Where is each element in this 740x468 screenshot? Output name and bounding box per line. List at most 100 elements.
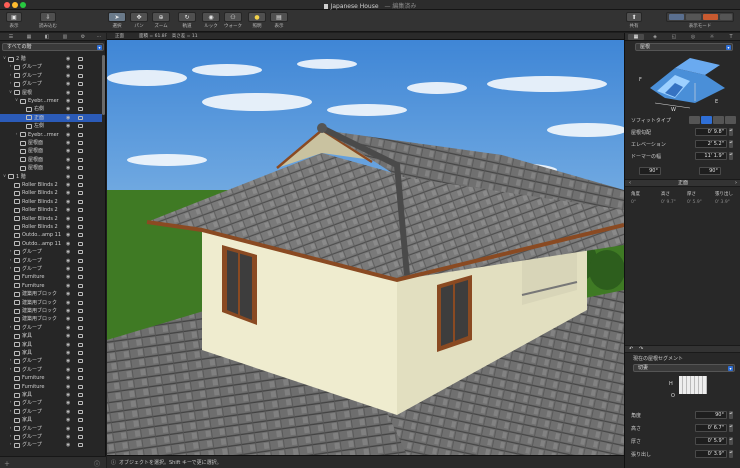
tree-row[interactable]: Roller Blinds 2 ◉	[0, 198, 102, 206]
orbit-tool-button[interactable]: ↻	[178, 12, 196, 22]
tree-row[interactable]: 建築用ブロック ◉	[0, 290, 102, 298]
tab-text[interactable]: T	[723, 34, 739, 40]
visibility-icon[interactable]: ◉	[66, 55, 70, 63]
lock-icon[interactable]	[78, 342, 83, 347]
lock-icon[interactable]	[78, 99, 83, 103]
lock-icon[interactable]	[78, 309, 83, 313]
view-mode-extra[interactable]	[720, 14, 732, 20]
visibility-icon[interactable]: ◉	[66, 307, 70, 315]
visibility-icon[interactable]: ◉	[66, 156, 70, 164]
disclosure-icon[interactable]: ›	[8, 80, 13, 88]
disclosure-icon[interactable]: ∨	[2, 55, 7, 63]
redo-icon[interactable]: ↷	[639, 346, 643, 353]
tree-row[interactable]: Furniture ◉	[0, 282, 102, 290]
stepper-icon[interactable]: ▴▾	[729, 140, 733, 148]
lock-icon[interactable]	[78, 73, 83, 78]
visibility-icon[interactable]: ◉	[66, 324, 70, 332]
disclosure-icon[interactable]: ›	[14, 131, 19, 139]
visibility-icon[interactable]: ◉	[66, 315, 70, 323]
disclosure-icon[interactable]: ›	[8, 265, 13, 273]
import-button[interactable]: ⇩	[40, 12, 56, 22]
segment-material-select[interactable]: 切妻 ▾	[633, 364, 735, 372]
tab-dimensions[interactable]: ◱	[666, 34, 682, 40]
tree-row[interactable]: Roller Blinds 2 ◉	[0, 223, 102, 231]
tree-row[interactable]: ∨ 屋根 ◉	[0, 89, 102, 97]
angle-right-field[interactable]: 90°	[699, 167, 721, 175]
lock-icon[interactable]	[78, 65, 83, 70]
lock-icon[interactable]	[78, 384, 83, 389]
table-cell[interactable]: 0' 5.9"	[687, 200, 702, 205]
visibility-icon[interactable]: ◉	[66, 122, 70, 130]
tree-row[interactable]: 屋根面 ◉	[0, 164, 102, 172]
zoom-tool-button[interactable]: ⊕	[152, 12, 170, 22]
lock-icon[interactable]	[78, 141, 83, 145]
next-face-icon[interactable]: ›	[735, 180, 737, 187]
tree-row[interactable]: › グループ ◉	[0, 72, 102, 80]
tab-camera[interactable]: ◎	[685, 34, 701, 40]
visibility-icon[interactable]: ◉	[66, 206, 70, 214]
tree-row[interactable]: 左側 ◉	[0, 122, 102, 130]
disclosure-icon[interactable]: ›	[8, 399, 13, 407]
view-mode-segmented[interactable]	[666, 12, 734, 22]
tree-row[interactable]: 右側 ◉	[0, 105, 102, 113]
lock-icon[interactable]	[78, 225, 83, 229]
disclosure-icon[interactable]: ›	[8, 425, 13, 433]
disclosure-icon[interactable]: ∨	[2, 173, 7, 181]
disclosure-icon[interactable]: ›	[8, 248, 13, 256]
visibility-icon[interactable]: ◉	[66, 63, 70, 71]
tree-row[interactable]: 建築用ブロック ◉	[0, 315, 102, 323]
lock-icon[interactable]	[78, 191, 83, 196]
tree-row[interactable]: ∨ Eyebr...rmer ◉	[0, 97, 102, 105]
lock-icon[interactable]	[78, 199, 83, 204]
tree-row[interactable]: › グループ ◉	[0, 324, 102, 332]
visibility-icon[interactable]: ◉	[66, 282, 70, 290]
add-icon[interactable]: ＋	[4, 459, 10, 468]
visibility-icon[interactable]: ◉	[66, 164, 70, 172]
lock-icon[interactable]	[78, 57, 83, 61]
tree-row[interactable]: ∨ 1 階 ◉	[0, 173, 102, 181]
lock-icon[interactable]	[78, 300, 83, 305]
tree-row[interactable]: › グループ ◉	[0, 433, 102, 441]
soffit-type-selector[interactable]	[689, 116, 739, 124]
visibility-icon[interactable]: ◉	[66, 105, 70, 113]
lock-icon[interactable]	[78, 393, 83, 397]
visibility-icon[interactable]: ◉	[66, 265, 70, 273]
tab-object[interactable]: ▦	[628, 34, 644, 40]
lock-icon[interactable]	[78, 233, 83, 238]
visibility-icon[interactable]: ◉	[66, 198, 70, 206]
visibility-icon[interactable]: ◉	[66, 383, 70, 391]
visibility-icon[interactable]: ◉	[66, 374, 70, 382]
visibility-icon[interactable]: ◉	[66, 139, 70, 147]
lock-icon[interactable]	[78, 183, 83, 187]
visibility-icon[interactable]: ◉	[66, 89, 70, 97]
visibility-icon[interactable]: ◉	[66, 408, 70, 416]
property-field[interactable]: 0' 9.8"	[695, 128, 727, 136]
tree-row[interactable]: › グループ ◉	[0, 366, 102, 374]
lock-icon[interactable]	[78, 443, 83, 448]
lock-icon[interactable]	[78, 367, 83, 372]
lock-icon[interactable]	[78, 107, 83, 112]
disclosure-icon[interactable]: ∨	[8, 89, 13, 97]
lock-icon[interactable]	[78, 409, 83, 414]
tree-row[interactable]: Outdo...amp 11 ◉	[0, 231, 102, 239]
tree-row[interactable]: › グループ ◉	[0, 441, 102, 449]
tree-row[interactable]: Outdo...amp 11 ◉	[0, 240, 102, 248]
tree-row[interactable]: Roller Blinds 2 ◉	[0, 189, 102, 197]
view-mode-2d[interactable]	[669, 14, 684, 20]
object-type-select[interactable]: 屋根 ▾	[635, 43, 733, 51]
tree-row[interactable]: › グループ ◉	[0, 80, 102, 88]
visibility-icon[interactable]: ◉	[66, 181, 70, 189]
lock-icon[interactable]	[78, 258, 83, 263]
visibility-icon[interactable]: ◉	[66, 147, 70, 155]
tree-row[interactable]: › グループ ◉	[0, 357, 102, 365]
visibility-icon[interactable]: ◉	[66, 189, 70, 197]
property-field[interactable]: 11' 1.9"	[695, 152, 727, 160]
tree-row[interactable]: Furniture ◉	[0, 273, 102, 281]
lock-icon[interactable]	[78, 90, 83, 95]
walk-tool-button[interactable]: ⚇	[224, 12, 242, 22]
property-field[interactable]: 2' 5.2"	[695, 140, 727, 148]
tree-row[interactable]: 家具 ◉	[0, 341, 102, 349]
visibility-icon[interactable]: ◉	[66, 433, 70, 441]
3d-viewport[interactable]	[107, 40, 624, 455]
info-icon[interactable]: ⓘ	[94, 459, 100, 468]
